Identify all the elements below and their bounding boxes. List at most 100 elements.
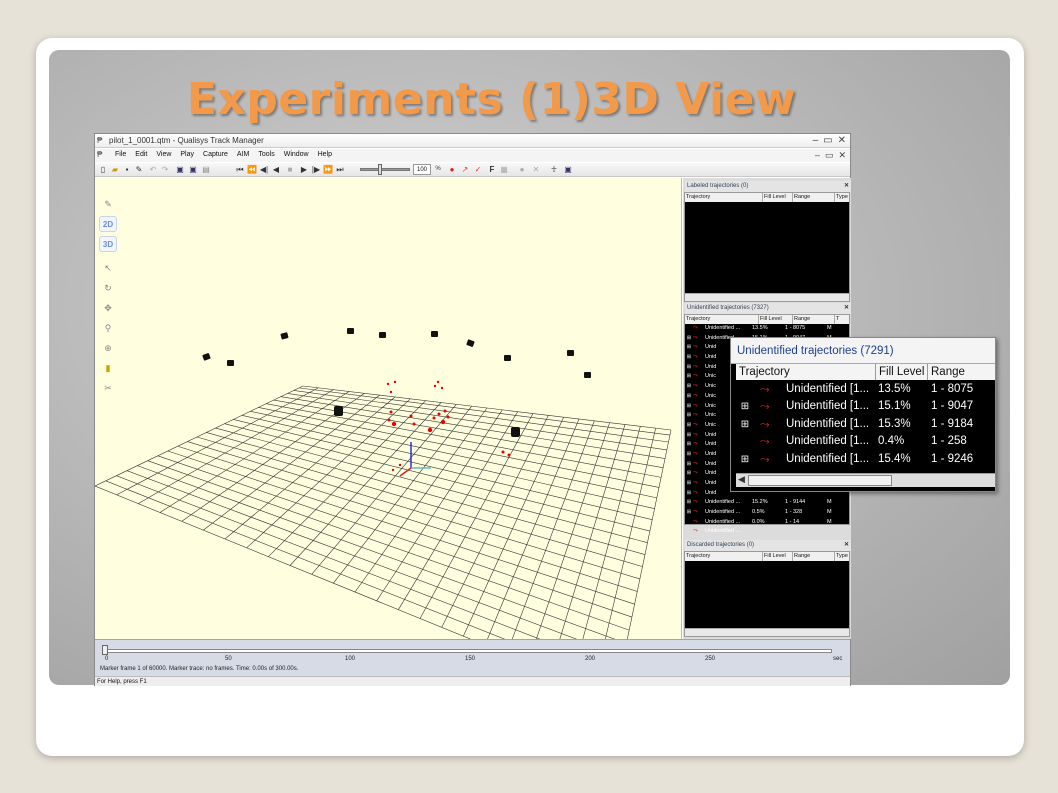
- capture-icon[interactable]: ▣: [175, 164, 185, 175]
- open-folder-icon[interactable]: ▰: [110, 164, 120, 175]
- save-icon[interactable]: ▪: [122, 164, 132, 175]
- col-trajectory[interactable]: Trajectory: [685, 193, 763, 202]
- first-frame-icon[interactable]: ⏮: [235, 164, 245, 175]
- doc-minimize-icon[interactable]: –: [815, 150, 820, 161]
- expand-icon[interactable]: ⊞: [685, 411, 693, 421]
- close-icon[interactable]: ✕: [844, 540, 849, 551]
- callout-scrollbar[interactable]: ◀: [736, 473, 995, 487]
- step-back-icon[interactable]: ◀|: [259, 164, 269, 175]
- trajectory-row[interactable]: ⊞ ⤳ Unidentified [1... 15.4% 1 - 9246: [736, 451, 995, 468]
- horizontal-scrollbar[interactable]: [685, 628, 849, 636]
- trajectory-row[interactable]: ⊞ ⤳ Unidentified ... 15.2% 1 - 9144 M: [685, 498, 849, 508]
- expand-icon[interactable]: ⊞: [685, 440, 693, 450]
- expand-icon[interactable]: ⊞: [685, 353, 693, 363]
- trajectory-row[interactable]: ⊞ ⤳ Unidentified ... 0.5% 1 - 328 M: [685, 508, 849, 518]
- calibrate-icon[interactable]: ▣: [563, 164, 573, 175]
- play-icon[interactable]: ▶: [299, 164, 309, 175]
- menu-aim[interactable]: AIM: [237, 151, 249, 158]
- labeled-trajectories-panel[interactable]: Labeled trajectories (0) ✕ Trajectory Fil…: [684, 181, 851, 302]
- zoom-slider-thumb[interactable]: [378, 164, 382, 175]
- expand-icon[interactable]: ⊞: [685, 489, 693, 499]
- discarded-trajectories-panel[interactable]: Discarded trajectories (0) ✕ Trajectory F…: [684, 540, 851, 637]
- expand-icon[interactable]: ⊞: [685, 469, 693, 479]
- col-fill-level[interactable]: Fill Level: [759, 315, 793, 324]
- expand-icon[interactable]: ⊞: [685, 372, 693, 382]
- col-trajectory[interactable]: Trajectory: [685, 315, 759, 324]
- close-icon[interactable]: ✕: [838, 135, 846, 146]
- trajectory-row[interactable]: ⤳ Unidentified [1... 13.5% 1 - 8075: [736, 381, 995, 398]
- select-arrow-icon[interactable]: ↖: [99, 260, 117, 276]
- expand-icon[interactable]: ⊞: [685, 392, 693, 402]
- 3d-view-button[interactable]: 3D: [99, 236, 117, 252]
- trajectory-row[interactable]: ⤳ Unidentified ... 13.5% 1 - 8075 M: [685, 324, 849, 334]
- minimize-icon[interactable]: –: [813, 135, 819, 146]
- menu-capture[interactable]: Capture: [203, 151, 228, 158]
- col-range[interactable]: Range: [793, 315, 835, 324]
- zoom-icon[interactable]: ⚲: [99, 320, 117, 336]
- redo-icon[interactable]: ↷: [160, 164, 170, 175]
- record-icon[interactable]: ●: [447, 164, 457, 175]
- new-file-icon[interactable]: ▯: [98, 164, 108, 175]
- stop-icon[interactable]: ■: [285, 164, 295, 175]
- aim-icon[interactable]: ☥: [549, 164, 559, 175]
- zoom-slider[interactable]: [360, 168, 410, 171]
- doc-close-icon[interactable]: ✕: [838, 150, 846, 161]
- col-type[interactable]: Type: [835, 193, 849, 202]
- expand-icon[interactable]: ⊞: [736, 416, 754, 433]
- zoom-value[interactable]: 100: [413, 164, 431, 175]
- gap-fill-icon[interactable]: ▦: [499, 164, 509, 175]
- scroll-left-icon[interactable]: ◀: [738, 474, 745, 485]
- step-forward-icon[interactable]: |▶: [311, 164, 321, 175]
- lock-icon[interactable]: ▮: [99, 360, 117, 376]
- translate-icon[interactable]: ✥: [99, 300, 117, 316]
- timeline-thumb[interactable]: [102, 645, 108, 655]
- expand-icon[interactable]: ⊞: [685, 508, 693, 518]
- trajectory-row[interactable]: ⊞ ⤳ Unidentified [1... 15.1% 1 - 9047: [736, 398, 995, 415]
- delete-icon[interactable]: ✕: [531, 164, 541, 175]
- expand-icon[interactable]: ⊞: [685, 431, 693, 441]
- expand-icon[interactable]: ⊞: [685, 334, 693, 344]
- menu-help[interactable]: Help: [318, 151, 332, 158]
- menu-tools[interactable]: Tools: [258, 151, 274, 158]
- expand-icon[interactable]: ⊞: [685, 363, 693, 373]
- expand-icon[interactable]: [736, 433, 754, 450]
- trajectory-row[interactable]: ⤳ Unidentified ... 0.0% 1 - 14 M: [685, 518, 849, 528]
- timeline-track[interactable]: [105, 649, 832, 653]
- center-view-icon[interactable]: ⊕: [99, 340, 117, 356]
- play-back-icon[interactable]: ◀: [271, 164, 281, 175]
- fast-forward-icon[interactable]: ⏩: [323, 164, 333, 175]
- col-fill-level[interactable]: Fill Level: [763, 552, 793, 561]
- undo-icon[interactable]: ↶: [148, 164, 158, 175]
- marker-icon[interactable]: ●: [517, 164, 527, 175]
- trajectory-row[interactable]: ⤳ Unidentified ...: [685, 527, 849, 537]
- last-frame-icon[interactable]: ⏭: [335, 164, 345, 175]
- close-icon[interactable]: ✕: [844, 181, 849, 192]
- expand-icon[interactable]: ⊞: [685, 498, 693, 508]
- 3d-viewport[interactable]: ✎ 2D 3D ↖ ↻ ✥ ⚲ ⊕ ▮ ✂: [95, 178, 682, 639]
- col-range[interactable]: Range: [793, 193, 835, 202]
- col-type[interactable]: Type: [835, 552, 849, 561]
- expand-icon[interactable]: ⊞: [685, 421, 693, 431]
- cut-icon[interactable]: ✂: [99, 380, 117, 396]
- menu-window[interactable]: Window: [284, 151, 309, 158]
- expand-icon[interactable]: ⊞: [685, 402, 693, 412]
- maximize-icon[interactable]: ▭: [823, 135, 832, 146]
- expand-icon[interactable]: ⊞: [685, 450, 693, 460]
- trajectory-row[interactable]: ⊞ ⤳ Unidentified [1... 15.3% 1 - 9184: [736, 416, 995, 433]
- menu-view[interactable]: View: [156, 151, 171, 158]
- menu-edit[interactable]: Edit: [135, 151, 147, 158]
- expand-icon[interactable]: ⊞: [685, 460, 693, 470]
- view-settings-icon[interactable]: ✎: [99, 196, 117, 212]
- trajectory-row[interactable]: ⤳ Unidentified [1... 0.4% 1 - 258: [736, 433, 995, 450]
- expand-icon[interactable]: [685, 324, 693, 334]
- expand-icon[interactable]: [685, 527, 693, 537]
- col-fill-level[interactable]: Fill Level: [763, 193, 793, 202]
- col-trajectory[interactable]: Trajectory: [736, 364, 876, 380]
- rotate-icon[interactable]: ↻: [99, 280, 117, 296]
- camera-icon[interactable]: ▣: [188, 164, 198, 175]
- menu-play[interactable]: Play: [180, 151, 194, 158]
- menu-file[interactable]: File: [115, 151, 126, 158]
- expand-icon[interactable]: ⊞: [685, 343, 693, 353]
- expand-icon[interactable]: [685, 518, 693, 528]
- video-icon[interactable]: ▤: [201, 164, 211, 175]
